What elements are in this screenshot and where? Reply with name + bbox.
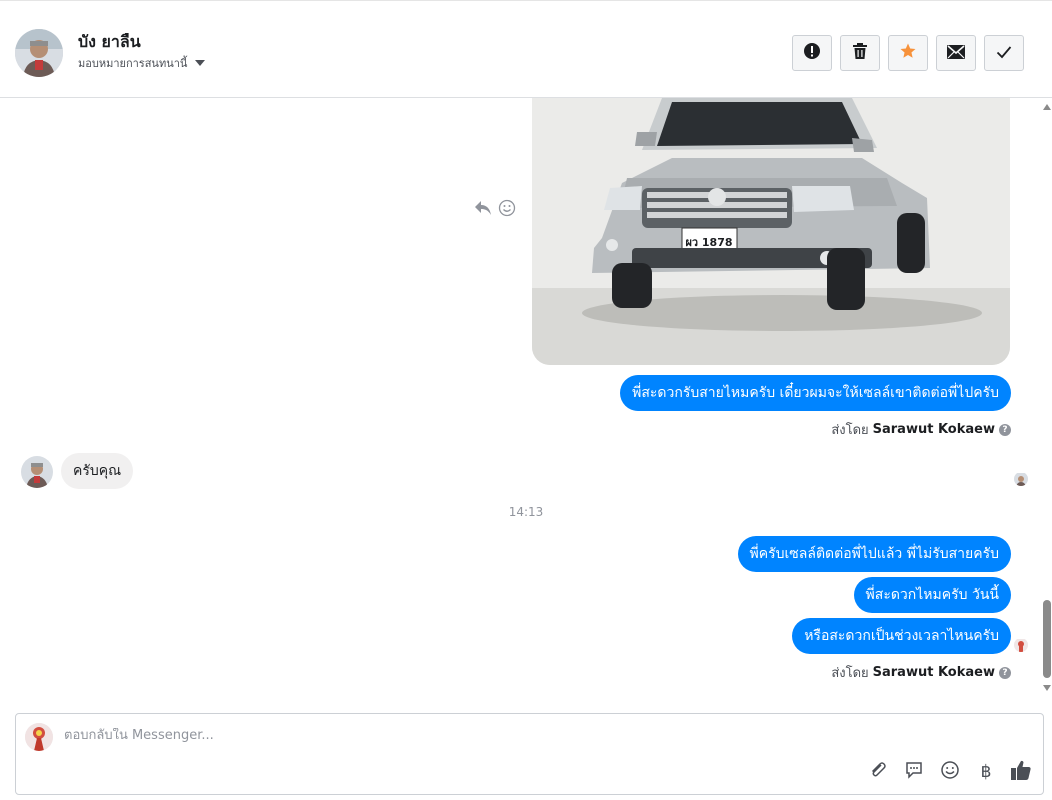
outgoing-message[interactable]: พี่ครับเซลล์ติดต่อพี่ไปแล้ว พี่ไม่รับสาย…: [737, 536, 1011, 572]
sent-by-prefix: ส่งโดย: [831, 666, 869, 681]
reply-icon[interactable]: [474, 200, 492, 220]
message-thread: ผว 1878 พี่สะดวกรับสายไหมครับ เดี๋ยวผมจะ…: [0, 98, 1052, 703]
star-icon: [899, 42, 917, 64]
emoji-button[interactable]: [938, 760, 962, 784]
sent-by-label: ส่งโดย Sarawut Kokaew ?: [831, 419, 1011, 440]
scroll-up-arrow-icon[interactable]: [1043, 104, 1051, 110]
send-like-button[interactable]: [1009, 760, 1033, 784]
sender-name[interactable]: Sarawut Kokaew: [873, 422, 995, 437]
incoming-message[interactable]: ครับคุณ: [61, 453, 134, 489]
mark-unread-button[interactable]: [936, 35, 976, 71]
mark-done-button[interactable]: [984, 35, 1024, 71]
contact-avatar-small[interactable]: [21, 456, 53, 488]
assign-conversation-dropdown[interactable]: มอบหมายการสนทนานี้: [78, 54, 206, 72]
baht-currency-icon: ฿: [980, 762, 992, 782]
delete-button[interactable]: [840, 35, 880, 71]
license-plate-text: ผว 1878: [685, 236, 732, 249]
reply-composer: ฿: [15, 713, 1044, 795]
trash-icon: [852, 42, 868, 64]
payment-button[interactable]: ฿: [974, 760, 998, 784]
sender-name[interactable]: Sarawut Kokaew: [873, 665, 995, 680]
contact-avatar[interactable]: [15, 29, 63, 77]
assign-label: มอบหมายการสนทนานี้: [78, 57, 188, 70]
help-icon[interactable]: ?: [999, 666, 1011, 679]
outgoing-message[interactable]: พี่สะดวกรับสายไหมครับ เดี๋ยวผมจะให้เซลล์…: [620, 375, 1011, 411]
envelope-icon: [947, 44, 965, 63]
react-emoji-icon[interactable]: [498, 199, 516, 221]
outgoing-message[interactable]: หรือสะดวกเป็นช่วงเวลาไหนครับ: [792, 618, 1011, 654]
saved-replies-button[interactable]: [902, 760, 926, 784]
messenger-conversation-window: บัง ยาลืน มอบหมายการสนทนานี้ ผว 1878 พี่…: [0, 0, 1052, 800]
page-avatar: [25, 723, 53, 751]
star-button[interactable]: [888, 35, 928, 71]
thread-scrollbar[interactable]: [1042, 98, 1052, 698]
conversation-header: บัง ยาลืน มอบหมายการสนทนานี้: [0, 0, 1052, 98]
checkmark-icon: [996, 44, 1012, 63]
seen-indicator-avatar: [1014, 638, 1028, 652]
seen-indicator-avatar: [1014, 472, 1028, 486]
help-icon[interactable]: ?: [999, 423, 1011, 436]
sent-by-prefix: ส่งโดย: [831, 423, 869, 438]
sent-by-label: ส่งโดย Sarawut Kokaew ?: [831, 662, 1011, 683]
paperclip-icon: [868, 760, 888, 784]
car-photo-attachment[interactable]: ผว 1878: [532, 98, 1010, 365]
scroll-down-arrow-icon[interactable]: [1043, 685, 1051, 691]
contact-name[interactable]: บัง ยาลืน: [78, 30, 141, 55]
message-timestamp: 14:13: [508, 505, 544, 519]
smiley-icon: [940, 760, 960, 784]
message-actions: [474, 199, 516, 221]
outgoing-message[interactable]: พี่สะดวกไหมครับ วันนี้: [853, 577, 1011, 613]
attach-file-button[interactable]: [866, 760, 890, 784]
caret-down-icon: [195, 60, 206, 66]
mark-spam-button[interactable]: [792, 35, 832, 71]
speech-bubble-icon: [904, 760, 924, 784]
thumbs-up-icon: [1010, 759, 1032, 785]
scroll-thumb[interactable]: [1043, 600, 1051, 678]
alert-circle-icon: [803, 42, 821, 64]
reply-input[interactable]: [64, 728, 964, 743]
